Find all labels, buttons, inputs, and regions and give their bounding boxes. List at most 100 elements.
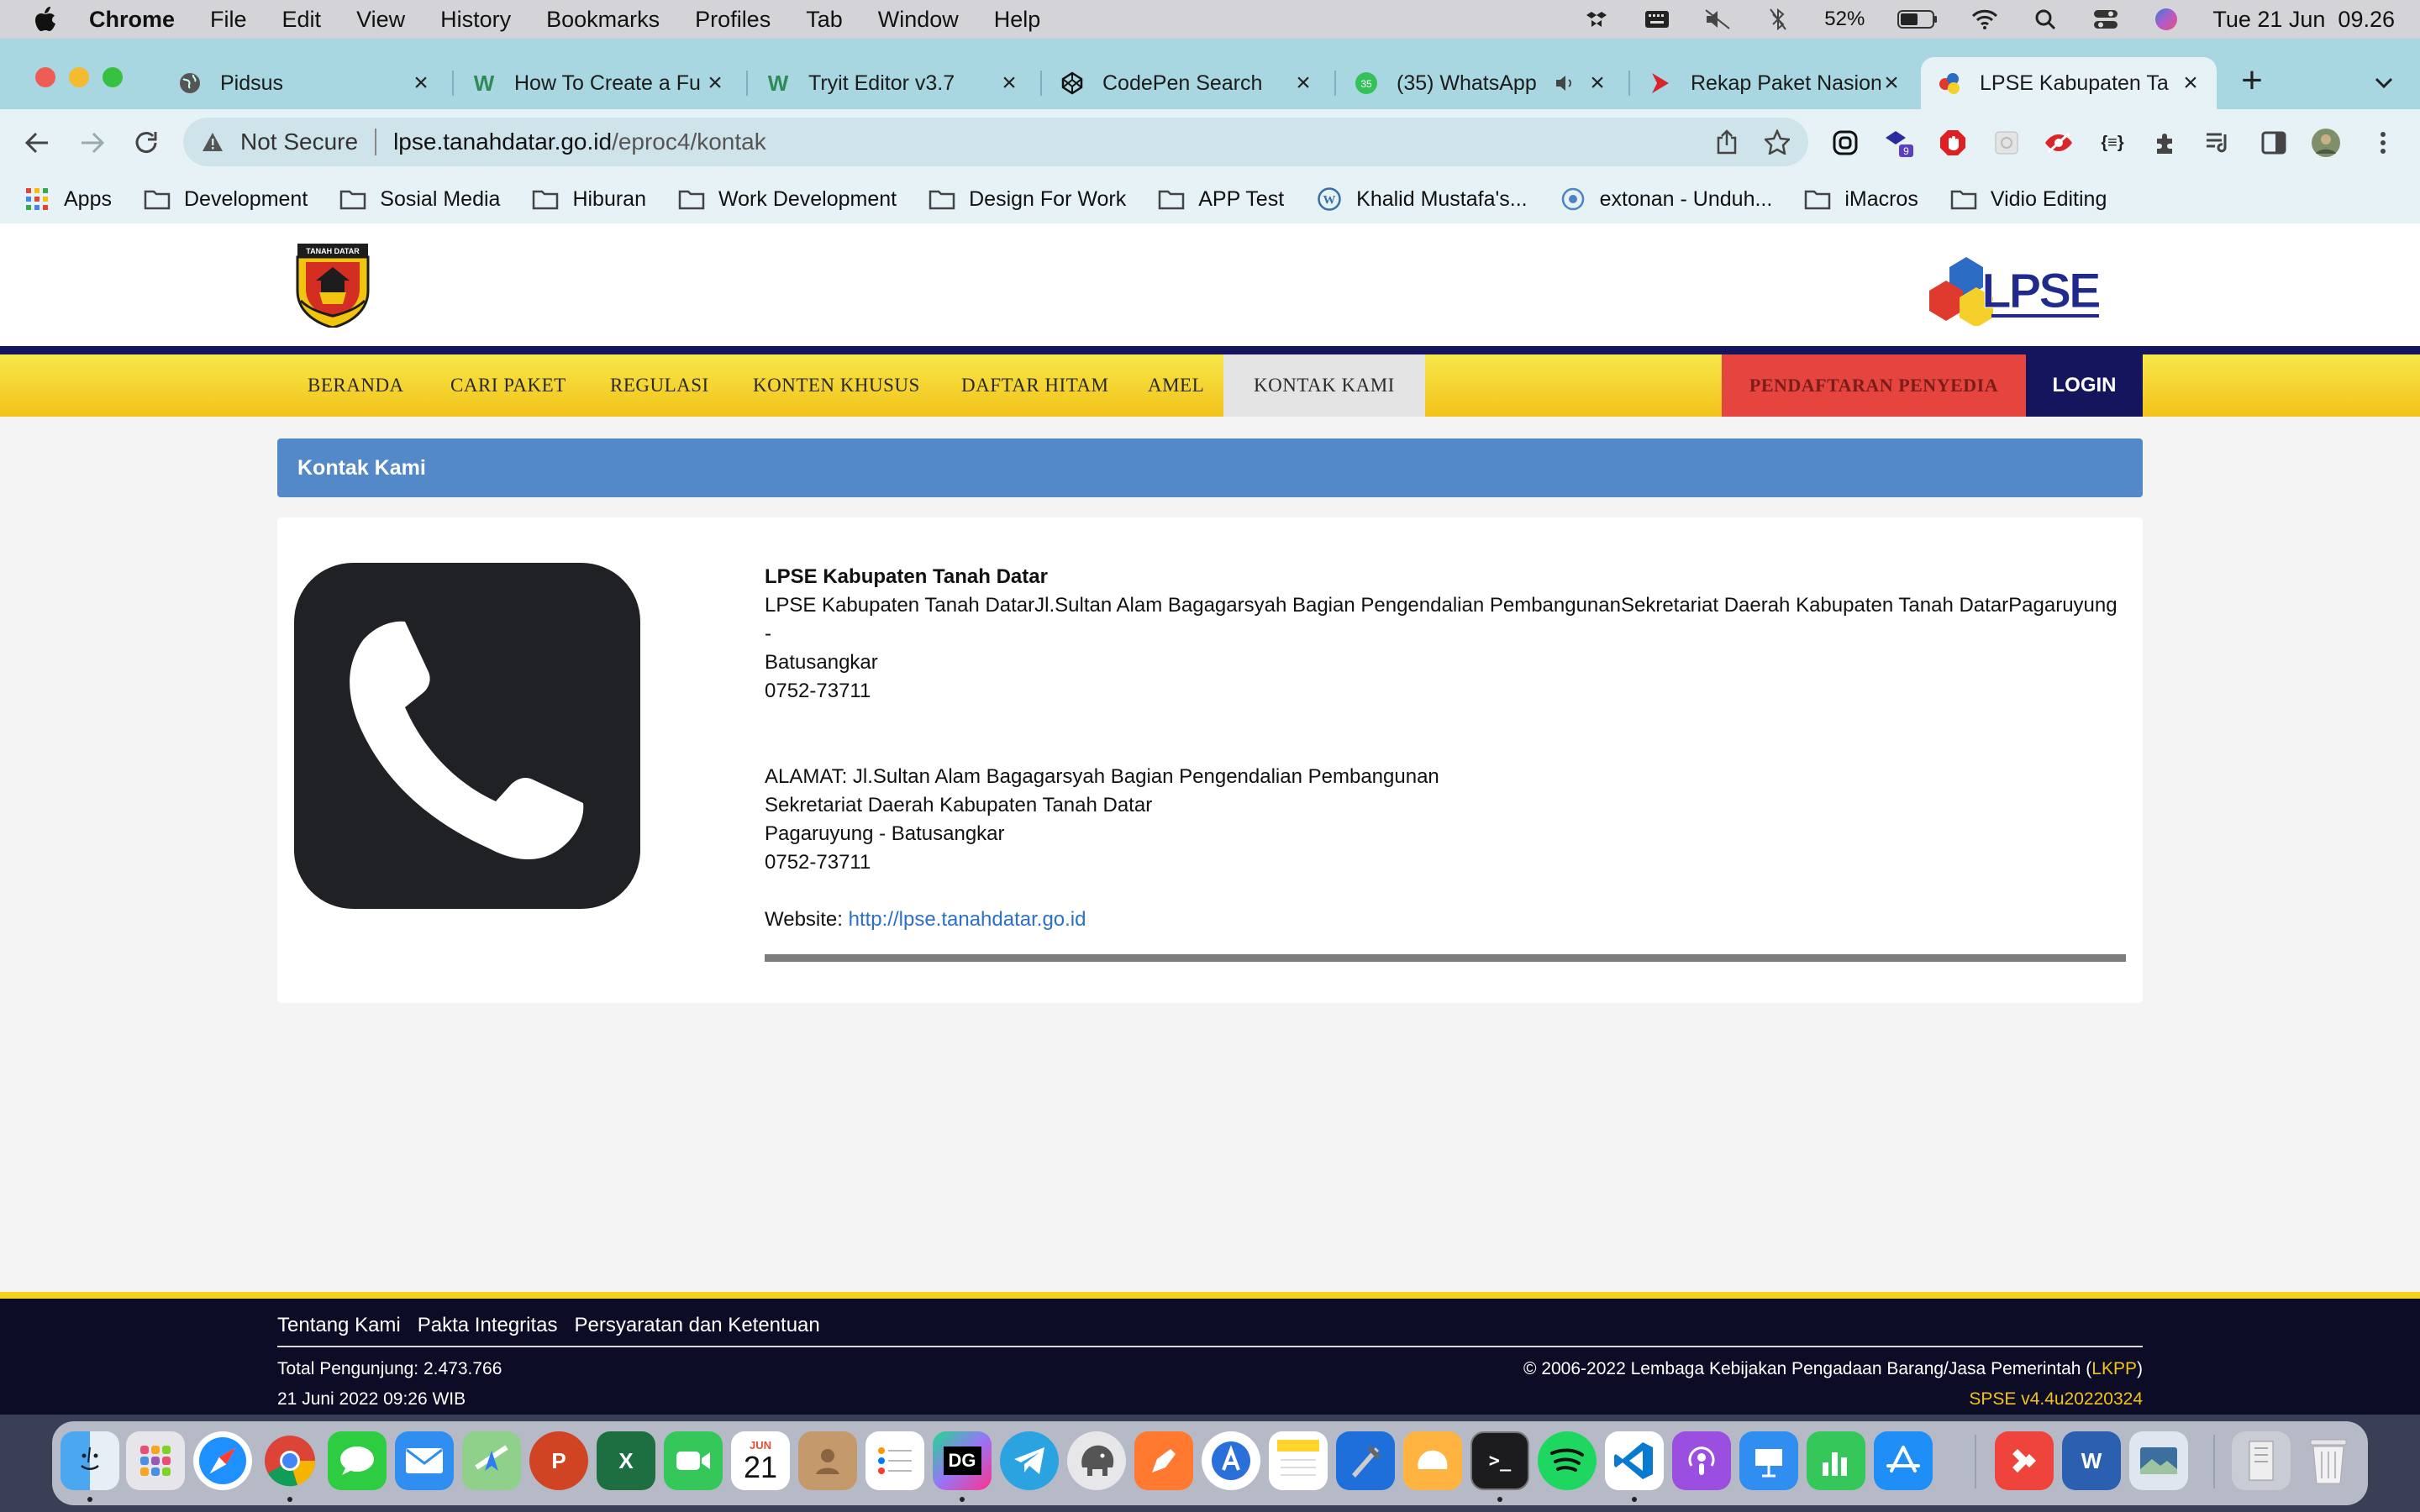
datagrip-icon[interactable]: DG	[933, 1431, 992, 1490]
control-center-icon[interactable]	[2091, 8, 2120, 30]
profile-avatar[interactable]	[2311, 128, 2341, 158]
website-link[interactable]: http://lpse.tanahdatar.go.id	[849, 908, 1086, 931]
calendar-icon[interactable]: JUN 21	[731, 1431, 790, 1490]
launchpad-icon[interactable]	[126, 1431, 185, 1490]
tab-search-chevron-icon[interactable]	[2371, 71, 2396, 96]
word-icon[interactable]: W	[2062, 1431, 2121, 1490]
address-bar[interactable]: Not Secure lpse.tanahdatar.go.id/eproc4/…	[183, 118, 1808, 166]
dropbox-status-icon[interactable]	[1582, 8, 1611, 30]
menu-app-name[interactable]: Chrome	[89, 7, 175, 33]
side-panel-icon[interactable]	[2259, 128, 2289, 158]
bookmark-apps[interactable]: Apps	[24, 187, 112, 212]
preview-icon[interactable]	[2129, 1431, 2188, 1490]
bookmark-folder-development[interactable]: Development	[144, 187, 308, 212]
nav-regulasi[interactable]: REGULASI	[610, 354, 709, 417]
footer-link-persyaratan[interactable]: Persyaratan dan Ketentuan	[575, 1314, 820, 1337]
wifi-icon[interactable]	[1970, 8, 1999, 30]
tab-close-icon[interactable]: ×	[2180, 69, 2202, 97]
podcasts-icon[interactable]	[1672, 1431, 1731, 1490]
extension-stack-icon[interactable]: 9	[1884, 128, 1914, 158]
sound-muted-icon[interactable]	[1703, 8, 1732, 30]
menu-profiles[interactable]: Profiles	[695, 7, 771, 33]
bookmark-folder-work-development[interactable]: Work Development	[678, 187, 897, 212]
menu-history[interactable]: History	[440, 7, 511, 33]
tab-close-icon[interactable]: ×	[704, 69, 726, 97]
messages-icon[interactable]	[328, 1431, 387, 1490]
siri-icon[interactable]	[2152, 8, 2181, 30]
browser-tab-active[interactable]: LPSE Kabupaten Ta ×	[1921, 57, 2217, 109]
vectornator-pen-icon[interactable]	[1134, 1431, 1193, 1490]
window-zoom-button[interactable]	[103, 67, 123, 87]
window-minimize-button[interactable]	[69, 67, 89, 87]
bookmark-extonan[interactable]: extonan - Unduh...	[1560, 187, 1772, 212]
keynote-icon[interactable]	[1739, 1431, 1798, 1490]
app-store-icon[interactable]	[1874, 1431, 1933, 1490]
nav-amel[interactable]: AMEL	[1148, 354, 1204, 417]
bookmark-khalid-mustafa[interactable]: W Khalid Mustafa's...	[1316, 187, 1528, 212]
menu-edit[interactable]: Edit	[282, 7, 322, 33]
nav-daftar-hitam[interactable]: DAFTAR HITAM	[961, 354, 1108, 417]
downloads-stack-icon[interactable]	[2232, 1431, 2291, 1490]
terminal-icon[interactable]: >_	[1470, 1431, 1529, 1490]
keyboard-icon[interactable]	[1643, 8, 1671, 30]
bookmark-star-icon[interactable]	[1765, 129, 1790, 155]
login-button[interactable]: LOGIN	[2026, 354, 2143, 417]
adblock-icon[interactable]	[1938, 128, 1968, 158]
lkpp-link[interactable]: LKPP	[2091, 1359, 2137, 1378]
chrome-icon[interactable]	[260, 1431, 319, 1490]
powerpoint-icon[interactable]: P	[529, 1431, 588, 1490]
numbers-icon[interactable]	[1807, 1431, 1865, 1490]
tableplus-icon[interactable]	[1403, 1431, 1462, 1490]
menu-file[interactable]: File	[210, 7, 247, 33]
bookmark-folder-hiburan[interactable]: Hiburan	[532, 187, 646, 212]
tab-audio-icon[interactable]	[1553, 71, 1576, 95]
excel-icon[interactable]: X	[597, 1431, 655, 1490]
bookmark-folder-sosial-media[interactable]: Sosial Media	[339, 187, 500, 212]
security-status-text[interactable]: Not Secure	[240, 129, 358, 155]
telegram-icon[interactable]	[1000, 1431, 1059, 1490]
spotlight-search-icon[interactable]	[2031, 8, 2060, 30]
spotify-icon[interactable]	[1538, 1431, 1597, 1490]
extension-link-icon[interactable]	[1830, 128, 1860, 158]
url-text[interactable]: lpse.tanahdatar.go.id/eproc4/kontak	[393, 129, 766, 155]
menu-bookmarks[interactable]: Bookmarks	[546, 7, 660, 33]
browser-tab[interactable]: Rekap Paket Nasion ×	[1632, 57, 1918, 109]
window-close-button[interactable]	[35, 67, 55, 87]
extension-eye-icon[interactable]	[2044, 128, 2074, 158]
nav-cari-paket[interactable]: CARI PAKET	[450, 354, 566, 417]
vscode-icon[interactable]	[1605, 1431, 1664, 1490]
nav-beranda[interactable]: BERANDA	[308, 354, 404, 417]
footer-link-pakta-integritas[interactable]: Pakta Integritas	[418, 1314, 558, 1337]
menu-help[interactable]: Help	[994, 7, 1041, 33]
pendaftaran-penyedia-button[interactable]: PENDAFTARAN PENYEDIA	[1722, 354, 2026, 417]
extensions-puzzle-icon[interactable]	[2151, 128, 2181, 158]
menubar-clock[interactable]: Tue 21 Jun 09.26	[2212, 7, 2395, 33]
browser-tab[interactable]: W How To Create a Fu ×	[455, 57, 741, 109]
share-icon[interactable]	[1714, 129, 1739, 155]
browser-tab[interactable]: Pidsus ×	[161, 57, 447, 109]
json-viewer-icon[interactable]: {≡}	[2097, 128, 2128, 158]
reminders-icon[interactable]	[865, 1431, 924, 1490]
lpse-logo[interactable]: LPSE	[1923, 249, 2104, 328]
bookmark-folder-app-test[interactable]: APP Test	[1158, 187, 1284, 212]
not-secure-warning-icon[interactable]	[200, 129, 225, 155]
tab-close-icon[interactable]: ×	[1292, 69, 1314, 97]
chrome-menu-icon[interactable]	[2368, 128, 2398, 158]
anydesk-icon[interactable]	[1995, 1431, 2054, 1490]
menu-tab[interactable]: Tab	[806, 7, 843, 33]
finder-icon[interactable]	[60, 1431, 119, 1490]
reload-button[interactable]	[129, 126, 163, 160]
media-controls-icon[interactable]	[2203, 128, 2233, 158]
bookmark-folder-vidio-editing[interactable]: Vidio Editing	[1950, 187, 2107, 212]
bookmark-folder-design-for-work[interactable]: Design For Work	[929, 187, 1126, 212]
extension-grid-icon[interactable]	[1991, 128, 2022, 158]
bluetooth-off-icon[interactable]	[1764, 8, 1792, 30]
footer-link-tentang-kami[interactable]: Tentang Kami	[277, 1314, 401, 1337]
nav-konten-khusus[interactable]: KONTEN KHUSUS	[753, 354, 920, 417]
notes-icon[interactable]	[1269, 1431, 1328, 1490]
menu-view[interactable]: View	[356, 7, 405, 33]
xcode-instruments-icon[interactable]	[1202, 1431, 1260, 1490]
trash-icon[interactable]	[2299, 1431, 2358, 1490]
mail-icon[interactable]	[395, 1431, 454, 1490]
apple-menu-icon[interactable]	[34, 7, 57, 32]
